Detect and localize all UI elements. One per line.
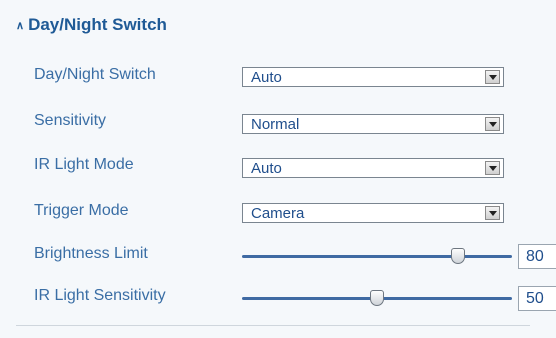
section-header-day-night[interactable]: ∧ Day/Night Switch [16, 15, 167, 35]
sensitivity-select[interactable]: Normal [242, 114, 504, 134]
chevron-up-icon[interactable]: ∧ [16, 19, 24, 32]
sensitivity-label: Sensitivity [34, 112, 107, 129]
trigger-mode-value: Camera [251, 205, 305, 222]
divider [16, 325, 530, 326]
trigger-mode-select[interactable]: Camera [242, 203, 504, 223]
ir-light-sensitivity-label: IR Light Sensitivity [34, 287, 166, 304]
ir-light-sensitivity-value[interactable]: 50 [518, 286, 556, 311]
section-title: Day/Night Switch [28, 15, 167, 34]
ir-light-mode-select[interactable]: Auto [242, 158, 504, 178]
dropdown-arrow-icon[interactable] [485, 70, 500, 84]
sensitivity-value: Normal [251, 116, 300, 133]
brightness-limit-slider-thumb[interactable] [451, 248, 465, 264]
brightness-limit-value[interactable]: 80 [518, 244, 556, 269]
row-ir-light-mode: IR Light Mode Auto [0, 156, 556, 186]
ir-light-mode-value: Auto [251, 160, 282, 177]
day-night-switch-select[interactable]: Auto [242, 67, 504, 87]
row-sensitivity: Sensitivity Normal [0, 112, 556, 142]
dropdown-arrow-icon[interactable] [485, 117, 500, 131]
row-ir-light-sensitivity: IR Light Sensitivity 50 [0, 286, 556, 316]
brightness-limit-slider[interactable] [242, 255, 512, 258]
brightness-limit-label: Brightness Limit [34, 245, 148, 262]
ir-light-mode-label: IR Light Mode [34, 156, 134, 173]
day-night-switch-value: Auto [251, 69, 282, 86]
row-trigger-mode: Trigger Mode Camera [0, 202, 556, 232]
row-day-night-switch: Day/Night Switch Auto [0, 66, 556, 96]
day-night-switch-label: Day/Night Switch [34, 66, 156, 83]
ir-light-sensitivity-slider-thumb[interactable] [370, 290, 384, 306]
dropdown-arrow-icon[interactable] [485, 206, 500, 220]
dropdown-arrow-icon[interactable] [485, 161, 500, 175]
row-brightness-limit: Brightness Limit 80 [0, 244, 556, 274]
trigger-mode-label: Trigger Mode [34, 202, 129, 219]
